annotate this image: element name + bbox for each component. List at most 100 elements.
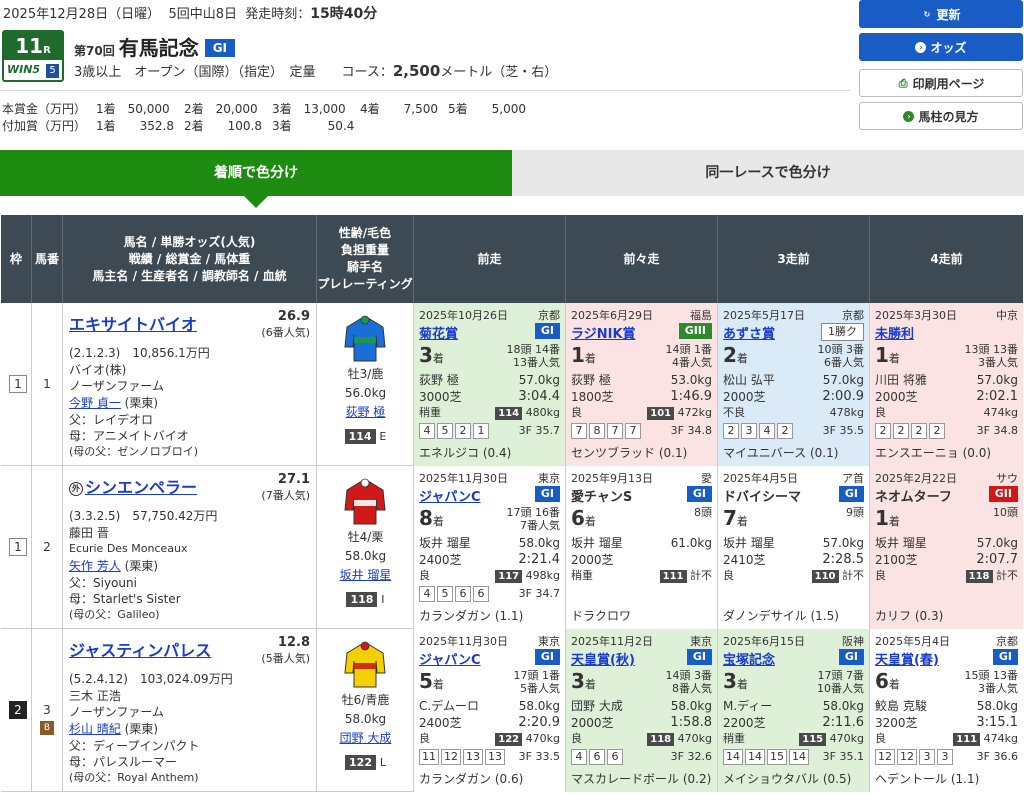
past-race-corners: 14 14 15 14 xyxy=(723,749,809,765)
jockey-name[interactable]: 坂井 瑠星 xyxy=(317,566,414,585)
horse-name[interactable]: ジャスティンパレス xyxy=(69,637,211,661)
past-race-bodyweight: 111 474kg xyxy=(953,731,1018,747)
past-race-cell[interactable]: 2025年4月5日 ア首 ドバイシーマ GI 7着 9頭 坂井 瑠星 57.0kg 2410芝 2… xyxy=(718,466,870,629)
past-race-rating: 110 xyxy=(811,570,839,583)
corner-position: 14 xyxy=(745,749,765,765)
past-race-cell[interactable]: 2025年9月13日 愛愛チャンS GI 6着 8頭 坂井 瑠星 61.0kg 2000芝 稍重… xyxy=(566,466,718,629)
past-race-rating: 118 xyxy=(647,733,675,746)
past-race-cell[interactable]: 2025年2月22日 サウ ネオムターフ GII 1着 10頭 坂井 瑠星 57.0kg 210… xyxy=(870,466,1023,629)
past-race-field: 10頭 xyxy=(993,506,1018,519)
rating-grade: E xyxy=(379,430,387,443)
color-mode-tabs: 着順で色分け 同一レースで色分け xyxy=(0,150,1024,208)
past-race-cell[interactable]: 2025年11月30日 東京 ジャパンC GI 5着 17頭 1番 5番人気 C.デムーロ 58… xyxy=(414,629,566,792)
waku-cell: 2 xyxy=(1,629,32,792)
popularity: (7番人気) xyxy=(261,489,310,502)
trainer-link[interactable]: 今野 貞一 xyxy=(69,396,121,410)
past-race-name[interactable]: ジャパンC xyxy=(419,486,481,505)
jockey-name[interactable]: 団野 大成 xyxy=(317,729,414,748)
horse-name[interactable]: 外シンエンペラー xyxy=(69,474,197,498)
dam-sire: (母の父：Royal Anthem) xyxy=(69,771,199,784)
past-race-venue: ア首 xyxy=(842,472,864,485)
past-race-cell[interactable]: 2025年11月2日 東京 天皇賞(秋) GI 3着 14頭 3番 8番人気 団野 大成 58.… xyxy=(566,629,718,792)
pre-rating: 118 I xyxy=(317,590,414,609)
dam-sire: (母の父：Galileo) xyxy=(69,608,160,621)
past-race-name[interactable]: ネオムターフ xyxy=(875,486,952,505)
career-record: (2.1.2.3) 10,856.1万円 xyxy=(69,346,210,360)
past-race-cell[interactable]: 2025年3月30日 中京 未勝利 1着 13頭 13番 3番人気 川田 将雅 57.0kg 2… xyxy=(870,303,1023,466)
corner-position: 5 xyxy=(437,586,453,602)
past-race-cell[interactable]: 2025年10月26日 京都 菊花賞 GI 3着 18頭 14番 13番人気 荻野 極 57.0… xyxy=(414,303,566,466)
past-race-name[interactable]: 天皇賞(秋) xyxy=(571,649,635,668)
owner-name: 三木 正浩 xyxy=(69,689,121,703)
past-race-cell[interactable]: 2025年5月17日 京都 あずさ賞 1勝ク 2着 10頭 3番 6番人気 松山 弘平 57.0… xyxy=(718,303,870,466)
past-race-venue: 中京 xyxy=(996,309,1018,322)
win5-label: WIN5 xyxy=(7,63,41,76)
sex-age-color: 牡4/栗 xyxy=(347,530,384,544)
past-race-weight: 57.0kg xyxy=(976,373,1018,387)
past-race-course: 2000芝 xyxy=(723,390,766,404)
tab-by-same-race[interactable]: 同一レースで色分け xyxy=(512,150,1024,196)
past-race-name[interactable]: 愛チャンS xyxy=(571,486,632,505)
corner-position: 12 xyxy=(897,749,917,765)
odds-button[interactable]: › オッズ xyxy=(859,33,1023,61)
past-race-venue: サウ xyxy=(996,472,1018,485)
past-race-last3f: 3F 34.8 xyxy=(670,424,712,437)
race-conditions: 3歳以上 オープン（国際）（指定） 定量 コース：2,500メートル（芝・右） xyxy=(74,61,557,80)
past-race-time: 2:21.4 xyxy=(518,552,560,567)
win-odds: 27.1 (7番人気) xyxy=(261,472,310,502)
past-race-date: 2025年11月2日 xyxy=(571,635,653,648)
past-race-winner: マイユニバース (0.1) xyxy=(723,446,839,460)
horse-info-cell: エキサイトバイオ 26.9 (6番人気) (2.1.2.3) 10,856.1万円 バイ… xyxy=(63,303,317,466)
past-race-jockey: 坂井 瑠星 xyxy=(723,536,775,550)
past-race-weight: 57.0kg xyxy=(518,373,560,387)
past-race-rating: 118 xyxy=(965,570,993,583)
past-race-grade: GI xyxy=(992,649,1018,665)
past-race-name[interactable]: ジャパンC xyxy=(419,649,481,668)
past-race-name[interactable]: 菊花賞 xyxy=(419,323,458,342)
tab-by-finish[interactable]: 着順で色分け xyxy=(0,150,512,208)
past-race-name[interactable]: 宝塚記念 xyxy=(723,649,775,668)
past-race-name[interactable]: ラジNIK賞 xyxy=(571,323,636,342)
past-race-date: 2025年3月30日 xyxy=(875,309,957,322)
past-race-cell[interactable]: 2025年11月30日 東京 ジャパンC GI 8着 17頭 16番 7番人気 坂井 瑠星 58… xyxy=(414,466,566,629)
past-race-name[interactable]: 未勝利 xyxy=(875,323,914,342)
race-name: 有馬記念 xyxy=(118,36,199,60)
past-race-finish: 7着 xyxy=(723,506,748,530)
rating-badge: 114 xyxy=(344,429,376,444)
past-race-name[interactable]: ドバイシーマ xyxy=(723,486,801,505)
print-page-button[interactable]: ⎙ 印刷用ページ xyxy=(859,69,1023,97)
horse-name[interactable]: エキサイトバイオ xyxy=(69,311,197,335)
past-race-name[interactable]: 天皇賞(春) xyxy=(875,649,939,668)
past-race-grade: 1勝ク xyxy=(821,323,864,341)
past-race-bodyweight: 118 470kg xyxy=(647,731,712,747)
past-race-jockey: 松山 弘平 xyxy=(723,373,775,387)
past-race-name[interactable]: あずさ賞 xyxy=(723,323,775,342)
jockey-cell: 牡6/青鹿 58.0kg 団野 大成 122 L xyxy=(317,629,414,792)
past-race-bodyweight: 122 470kg xyxy=(495,731,560,747)
refresh-button[interactable]: ↻ 更新 xyxy=(859,0,1023,28)
past-race-corners: 11 12 13 13 xyxy=(419,749,505,765)
past-race-bodyweight: 478kg xyxy=(829,406,864,419)
pre-rating: 114 E xyxy=(317,427,414,446)
past-race-cell[interactable]: 2025年6月29日 福島 ラジNIK賞 GIII 1着 14頭 1番 4番人気 荻野 極 53… xyxy=(566,303,718,466)
past-race-jockey: 荻野 極 xyxy=(419,373,459,387)
jockey-name[interactable]: 荻野 極 xyxy=(317,403,414,422)
corner-position: 6 xyxy=(473,586,489,602)
trainer-link[interactable]: 杉山 晴紀 xyxy=(69,722,121,736)
past-race-last3f: 3F 34.8 xyxy=(976,424,1018,437)
carried-weight: 58.0kg xyxy=(344,549,387,563)
race-conditions-text: 3歳以上 オープン（国際）（指定） 定量 コース： xyxy=(74,65,393,80)
corner-position: 7 xyxy=(625,423,641,439)
added-2: 2着 100.8 xyxy=(184,119,262,133)
trainer-link[interactable]: 矢作 芳人 xyxy=(69,559,121,573)
past-race-date: 2025年9月13日 xyxy=(571,472,653,485)
past-race-venue: 京都 xyxy=(538,309,560,322)
umaban-number: 1 xyxy=(43,377,51,391)
past-race-cell[interactable]: 2025年6月15日 阪神 宝塚記念 GI 3着 17頭 7番 10番人気 M.ディー 58.0… xyxy=(718,629,870,792)
guide-button[interactable]: › 馬柱の見方 xyxy=(859,102,1023,130)
past-race-going: 良 xyxy=(419,732,430,745)
past-race-cell[interactable]: 2025年5月4日 京都 天皇賞(春) GI 6着 15頭 13番 3番人気 鮫島 克駿 58.… xyxy=(870,629,1023,792)
past-race-course: 2000芝 xyxy=(875,390,918,404)
sire: 父：Siyouni xyxy=(69,576,137,590)
past-race-finish: 6着 xyxy=(571,506,596,530)
